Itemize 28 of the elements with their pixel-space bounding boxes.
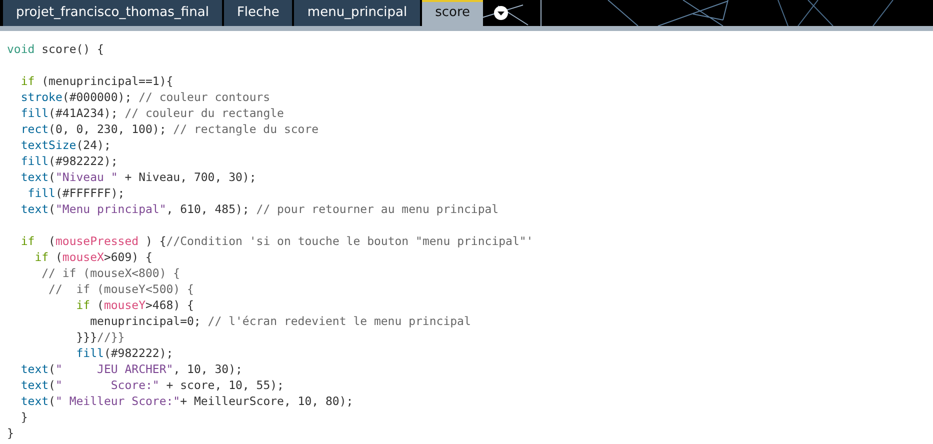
code-line: stroke(#000000); // couleur contours <box>20 89 270 105</box>
code-line: rect(0, 0, 230, 100); // rectangle du score <box>20 121 319 137</box>
code-line: text(" Meilleur Score:"+ MeilleurScore, 10, 80); <box>20 393 354 409</box>
code-line: if (mouseX>609) { <box>34 249 152 265</box>
code-line: fill(#982222); <box>75 345 174 361</box>
editor-tab[interactable]: Fleche <box>224 0 292 26</box>
code-line: text(" JEU ARCHER", 10, 30); <box>20 361 242 377</box>
editor-tab[interactable]: menu_principal <box>294 0 420 26</box>
code-line: // if (mouseX<800) { <box>40 265 180 281</box>
code-line: if (menuprincipal==1){ <box>20 73 174 89</box>
code-line: text("Menu principal", 610, 485); // pour retourner au menu principal <box>20 201 499 217</box>
code-line: text("Niveau " + Niveau, 700, 30); <box>20 169 256 185</box>
code-line: // if (mouseY<500) { <box>48 281 194 297</box>
code-line: } <box>7 425 14 441</box>
code-line: } <box>20 409 28 425</box>
code-line: }}}//}} <box>75 329 125 345</box>
code-line: void score() { <box>7 41 104 57</box>
code-line: fill(#982222); <box>20 153 118 169</box>
code-line: if (mousePressed ) {//Condition 'si on touche le bouton "menu principal"' <box>20 233 534 249</box>
dropdown-icon[interactable] <box>494 6 508 20</box>
code-line: text(" Score:" + score, 10, 55); <box>20 377 284 393</box>
code-line: fill(#41A234); // couleur du rectangle <box>20 105 284 121</box>
editor-tab[interactable]: score <box>422 0 484 26</box>
code-line: menuprincipal=0; // l'écran redevient le menu principal <box>89 313 471 329</box>
editor-tab[interactable]: projet_francisco_thomas_final <box>3 0 222 26</box>
code-line: if (mouseY>468) { <box>75 297 194 313</box>
code-line: fill(#FFFFFF); <box>26 185 125 201</box>
code-line: textSize(24); <box>20 137 111 153</box>
